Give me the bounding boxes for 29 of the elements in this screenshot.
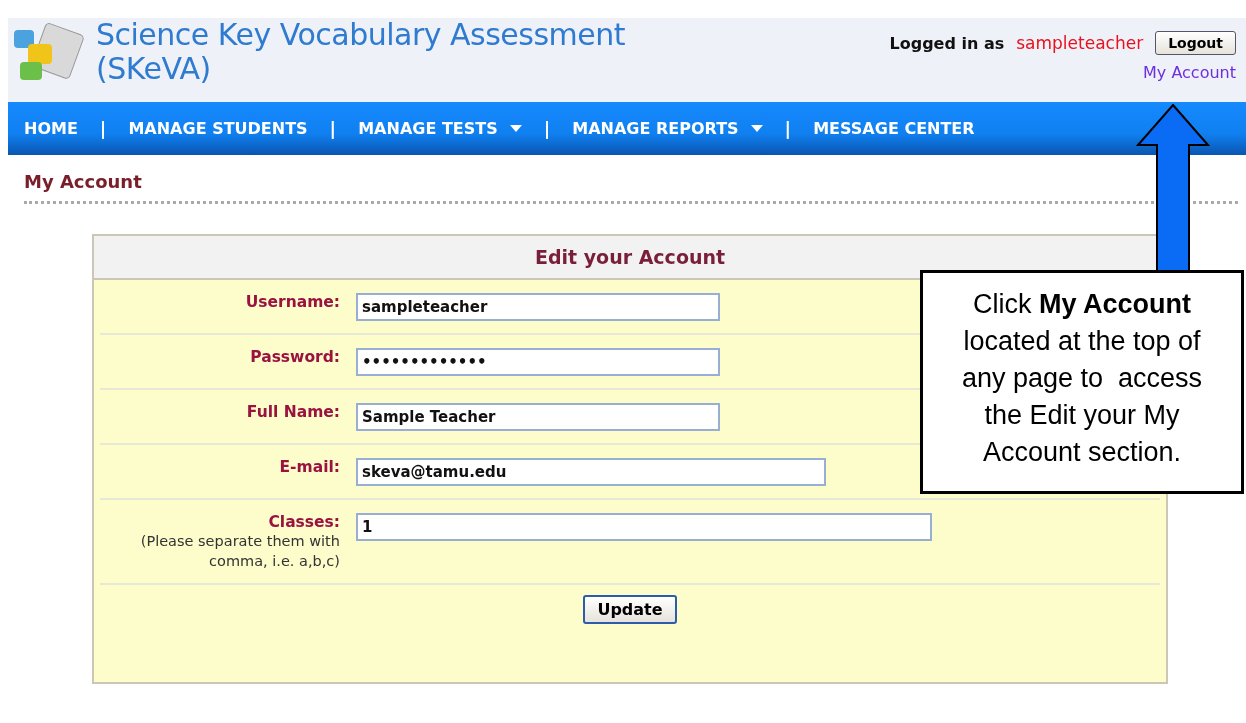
input-field[interactable]: 1 [356,513,932,541]
page-title: My Account [23,170,143,194]
nav-item[interactable]: MANAGE STUDENTS [128,119,308,138]
nav-separator: | [99,118,107,139]
field-hint: (Please separate them with comma, i.e. a,b,c) [139,532,340,571]
callout-text: Click My Account located at the top of any page to access the Edit your My Account section. [920,270,1244,494]
nav-item[interactable]: MESSAGE CENTER [813,119,975,138]
nav-item[interactable]: MANAGE REPORTS [572,119,763,138]
nav-separator: | [543,118,551,139]
nav-separator: | [784,118,792,139]
input-field[interactable]: ••••••••••••• [356,348,720,376]
field-label: Full Name: [245,403,340,421]
update-button[interactable]: Update [583,595,677,624]
field-label: Classes: [267,513,340,531]
nav-separator: | [329,118,337,139]
site-title: (SKeVA) [96,52,212,86]
input-field[interactable]: Sample Teacher [356,403,720,431]
nav-item[interactable]: MANAGE TESTS [358,119,522,138]
logout-button[interactable]: Logout [1155,31,1236,55]
field-label: Username: [244,293,340,311]
nav-item[interactable]: HOME [24,119,78,138]
username: sampleteacher [1016,33,1144,53]
input-field[interactable]: skeva@tamu.edu [356,458,826,486]
input-field[interactable]: sampleteacher [356,293,720,321]
logged-in-label: Logged in as [889,33,1005,53]
my-account-link[interactable]: My Account [1143,63,1236,82]
site-title: Science Key Vocabulary Assessment [96,18,626,52]
field-label: E-mail: [278,458,340,476]
field-label: Password: [249,348,340,366]
